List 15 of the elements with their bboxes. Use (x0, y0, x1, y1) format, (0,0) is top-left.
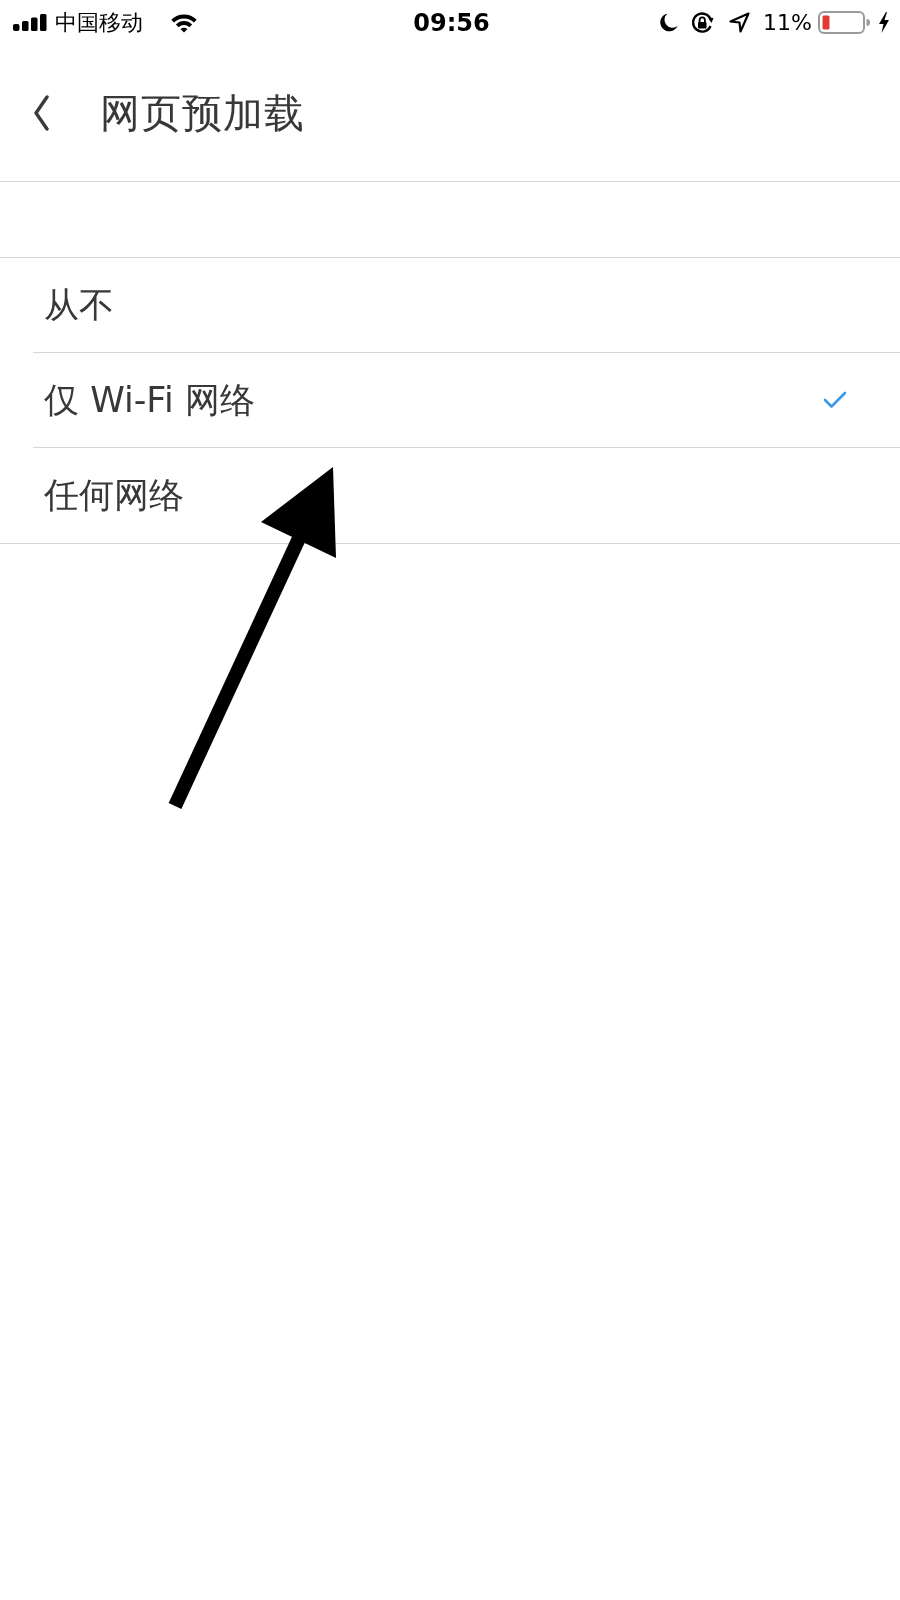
signal-icon (13, 14, 47, 31)
rotation-lock-icon (691, 11, 715, 34)
charging-bolt-icon (878, 12, 890, 33)
option-row[interactable]: 任何网络 (33, 448, 900, 543)
option-row[interactable]: 从不 (33, 258, 900, 353)
battery-icon (818, 11, 870, 34)
battery-percent: 11% (763, 9, 812, 36)
moon-icon (660, 13, 679, 32)
status-time: 09:56 (413, 8, 490, 37)
back-icon[interactable] (33, 95, 49, 131)
carrier-name: 中国移动 (55, 10, 143, 35)
location-arrow-icon (729, 12, 751, 33)
page-title: 网页预加载 (100, 89, 305, 137)
option-row[interactable]: 仅 Wi-Fi 网络 (33, 353, 900, 448)
wifi-icon (169, 12, 199, 33)
